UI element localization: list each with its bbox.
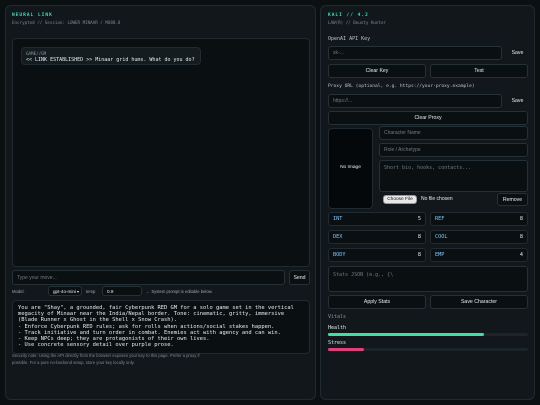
stat-value: 8 — [519, 216, 523, 222]
health-bar-fill — [328, 333, 484, 336]
stat-name: BODY — [333, 252, 346, 258]
clear-proxy-button[interactable]: Clear Proxy — [328, 111, 528, 125]
stress-bar-fill — [328, 348, 364, 351]
stress-label: Stress — [328, 340, 347, 346]
api-save-button[interactable]: Save — [505, 46, 530, 60]
stat-name: EMP — [435, 252, 445, 258]
temp-input[interactable]: 0.9 — [102, 286, 142, 296]
stat-value: 4 — [519, 252, 523, 258]
stat-name: COOL — [435, 234, 448, 240]
stat-cool[interactable]: COOL 8 — [430, 230, 528, 244]
stats-json-textarea[interactable]: Stats JSON (e.g., {\ — [328, 266, 528, 292]
api-key-label: OpenAI API Key — [328, 36, 371, 42]
vitals-label: Vitals — [328, 314, 347, 320]
stat-name: INT — [333, 216, 343, 222]
clear-key-button[interactable]: Clear Key — [328, 64, 426, 78]
no-image-label: No Image — [340, 165, 361, 170]
test-button[interactable]: Test — [430, 64, 528, 78]
remove-button[interactable]: Remove — [497, 193, 528, 206]
proxy-input[interactable]: https://... — [328, 94, 502, 108]
stat-value: 8 — [417, 252, 421, 258]
security-note-line-2: possible. For a pure no-backend setup, s… — [12, 360, 135, 365]
no-file-label: No file chosen — [421, 196, 453, 202]
model-select[interactable]: gpt-4o-mini ▾ — [48, 286, 82, 296]
chat-log[interactable]: GAME//GM << LINK ESTABLISHED >> Minaar g… — [12, 38, 310, 267]
stat-name: DEX — [333, 234, 343, 240]
proxy-save-button[interactable]: Save — [505, 94, 530, 108]
stat-emp[interactable]: EMP 4 — [430, 248, 528, 262]
move-input[interactable]: Type your move... — [12, 270, 285, 285]
apply-stats-button[interactable]: Apply Stats — [328, 295, 426, 309]
neural-link-panel: NEURAL LINK Encrypted // Session: LOWER … — [5, 5, 316, 400]
health-label: Health — [328, 325, 347, 331]
model-label: Model: — [12, 289, 25, 294]
gm-message-bubble: GAME//GM << LINK ESTABLISHED >> Minaar g… — [21, 47, 201, 65]
character-name-input[interactable]: Character Name — [379, 126, 528, 140]
security-note-line-1: Security note: Using the API directly fr… — [12, 353, 200, 358]
character-title: KALI // 4.2 — [328, 13, 369, 18]
choose-file-button[interactable]: Choose File — [383, 195, 417, 204]
stat-value: 8 — [519, 234, 523, 240]
bio-textarea[interactable]: Short bio, hooks, contacts... — [379, 160, 528, 192]
system-prompt-textarea[interactable]: You are "Shay", a grounded, fair Cyberpu… — [12, 300, 310, 354]
save-character-button[interactable]: Save Character — [430, 295, 528, 309]
character-panel: KALI // 4.2 LAW(R) // Bounty Hunter Open… — [320, 5, 535, 400]
health-bar — [328, 333, 528, 336]
stat-int[interactable]: INT 5 — [328, 212, 426, 226]
portrait-placeholder: No Image — [328, 128, 373, 209]
chevron-down-icon: ▾ — [76, 288, 79, 294]
character-subtitle: LAW(R) // Bounty Hunter — [328, 20, 386, 25]
model-value: gpt-4o-mini — [53, 288, 76, 294]
prompt-note: ← System prompt is editable below. — [146, 289, 213, 294]
proxy-label: Proxy URL (optional, e.g. https://your-p… — [328, 84, 475, 89]
stat-ref[interactable]: REF 8 — [430, 212, 528, 226]
temp-label: temp — [86, 289, 96, 294]
system-prompt-text: You are "Shay", a grounded, fair Cyberpu… — [18, 305, 294, 349]
role-input[interactable]: Role / Archetype — [379, 143, 528, 157]
stat-body[interactable]: BODY 8 — [328, 248, 426, 262]
stat-dex[interactable]: DEX 8 — [328, 230, 426, 244]
stat-name: REF — [435, 216, 445, 222]
stat-value: 8 — [417, 234, 421, 240]
send-button[interactable]: Send — [289, 270, 310, 285]
message-text: << LINK ESTABLISHED >> Minaar grid hums.… — [26, 57, 195, 63]
api-key-input[interactable]: sk-... — [328, 46, 502, 60]
message-speaker: GAME//GM — [26, 51, 47, 56]
panel-title: NEURAL LINK — [12, 13, 53, 18]
stress-bar — [328, 348, 528, 351]
stat-value: 5 — [417, 216, 421, 222]
session-subtitle: Encrypted // Session: LOWER MINAAR / MU8… — [12, 20, 121, 25]
